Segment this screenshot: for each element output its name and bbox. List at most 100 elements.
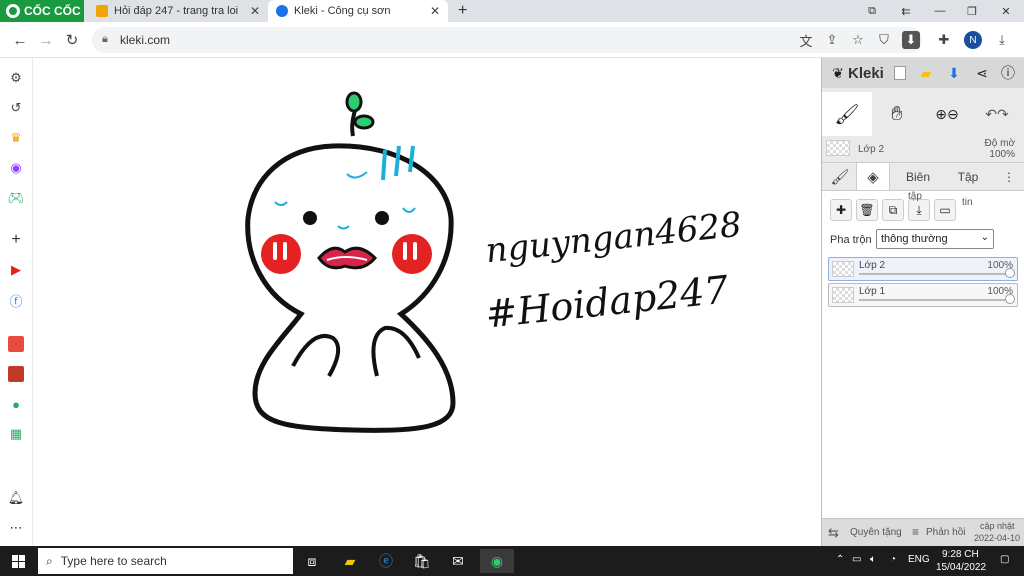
swap-icon[interactable]: ⇆ bbox=[828, 525, 839, 541]
donate-link[interactable]: Quyên tặng bbox=[850, 527, 902, 538]
network-icon[interactable]: ▭ bbox=[852, 554, 861, 565]
shopee-icon[interactable] bbox=[6, 334, 26, 354]
layer-thumb bbox=[826, 140, 850, 156]
mail-icon[interactable]: ✉︎ bbox=[444, 549, 472, 573]
restore-tabs-icon[interactable]: ⇇ bbox=[889, 0, 923, 22]
slider-knob[interactable] bbox=[1005, 268, 1015, 278]
close-icon[interactable]: ✕ bbox=[250, 4, 260, 18]
sidebar: ⚙ ↺ ♛ ◉ 🎮︎ + ▶ ⓕ ● ▦ 🔔︎ ⋯ bbox=[0, 58, 33, 546]
share-icon[interactable]: ⇪ bbox=[822, 30, 842, 50]
bookmark-star-icon[interactable]: ☆ bbox=[848, 30, 868, 50]
new-tab-button[interactable]: + bbox=[450, 0, 470, 22]
share-icon[interactable]: ⋖ bbox=[972, 63, 992, 83]
clock-date[interactable]: 15/04/2022 bbox=[936, 562, 986, 573]
blend-mode-select[interactable]: thông thường ⌄ bbox=[876, 229, 994, 249]
help-icon[interactable]: ⓘ bbox=[998, 63, 1018, 83]
messenger-icon[interactable]: ◉ bbox=[6, 158, 26, 178]
coccoc-taskbar-icon[interactable]: ◉ bbox=[480, 549, 514, 573]
blend-mode-value: thông thường bbox=[881, 233, 948, 245]
taskbar-search[interactable]: ⌕ Type here to search bbox=[38, 548, 293, 574]
translate-icon[interactable]: ⽂ bbox=[796, 30, 816, 50]
tool-row: 🖌︎ ✋︎ ⊕⊖ ↶↷ bbox=[822, 92, 1024, 138]
search-icon: ⌕ bbox=[46, 553, 53, 568]
layer-item-2[interactable]: Lớp 2 100% bbox=[828, 257, 1018, 281]
tab-file[interactable]: Tập bbox=[946, 163, 990, 191]
open-folder-icon[interactable]: ▰ bbox=[916, 63, 936, 83]
opacity-value: 100% bbox=[989, 149, 1015, 160]
delete-layer-button[interactable]: 🗑︎ bbox=[856, 199, 878, 221]
windows-start-icon[interactable] bbox=[4, 549, 32, 573]
slider-knob[interactable] bbox=[1005, 294, 1015, 304]
lock-icon[interactable]: 🔒︎ bbox=[102, 33, 108, 46]
coccoc-app-icon[interactable]: ● bbox=[6, 394, 26, 414]
layer-item-1[interactable]: Lớp 1 100% bbox=[828, 283, 1018, 307]
minimize-button[interactable]: — bbox=[923, 0, 957, 22]
game-app-icon[interactable] bbox=[6, 364, 26, 384]
layers-panel: ✚ 🗑︎ ⧉ ⤓ tập ▭ tin Pha trộn thông thường… bbox=[822, 190, 1024, 520]
more-icon[interactable]: ⋯ bbox=[6, 518, 26, 538]
gear-icon[interactable]: ⚙ bbox=[6, 68, 26, 88]
close-window-button[interactable]: ✕ bbox=[989, 0, 1023, 22]
tab-more[interactable]: ⋮ bbox=[998, 163, 1020, 191]
tab-title: Hỏi đáp 247 - trang tra loi bbox=[114, 5, 239, 17]
extensions-icon[interactable]: ✚ bbox=[934, 30, 954, 50]
close-icon[interactable]: ✕ bbox=[430, 4, 440, 18]
layer-thumb bbox=[832, 261, 854, 277]
drawing-canvas[interactable]: nguyngan4628 #Hoidap247 bbox=[33, 58, 821, 546]
file-explorer-icon[interactable]: ▰ bbox=[336, 549, 364, 573]
back-button[interactable]: ← bbox=[10, 30, 30, 50]
profile-avatar[interactable]: N bbox=[964, 31, 982, 49]
history-icon[interactable]: ↺ bbox=[6, 98, 26, 118]
edge-icon[interactable]: ⓔ bbox=[372, 549, 400, 573]
screenshot-icon[interactable]: ⧉ bbox=[855, 0, 889, 22]
layer-name: Lớp 1 bbox=[859, 286, 886, 297]
bell-icon[interactable]: 🔔︎ bbox=[6, 488, 26, 508]
facebook-icon[interactable]: ⓕ bbox=[6, 290, 26, 310]
wifi-icon[interactable]: ◔ bbox=[890, 554, 896, 565]
add-layer-button[interactable]: ✚ bbox=[830, 199, 852, 221]
store-icon[interactable]: 🛍︎ bbox=[408, 549, 436, 573]
language-indicator[interactable]: ENG bbox=[908, 554, 930, 565]
brand-label: CỐC CỐC bbox=[24, 4, 81, 18]
kleki-favicon-icon bbox=[276, 5, 288, 17]
layer-opacity-slider[interactable] bbox=[859, 273, 1009, 275]
feedback-link[interactable]: Phản hồi bbox=[926, 527, 965, 538]
downloads-icon[interactable]: ⤓ bbox=[992, 30, 1012, 50]
brush-tool-button[interactable]: 🖌︎ bbox=[822, 92, 872, 136]
notification-icon[interactable]: ▢ bbox=[1000, 554, 1009, 565]
zoom-button[interactable]: ⊕⊖ bbox=[922, 92, 972, 136]
crown-icon[interactable]: ♛ bbox=[6, 128, 26, 148]
tray-up-icon[interactable]: ⌃ bbox=[836, 554, 844, 565]
tab-edit[interactable]: Biên bbox=[896, 163, 940, 191]
hand-tool-button[interactable]: ✋︎ bbox=[872, 92, 922, 136]
tab-kleki[interactable]: Kleki - Công cụ sơn ✕ bbox=[268, 0, 448, 22]
tab-hoidap[interactable]: Hỏi đáp 247 - trang tra loi ✕ bbox=[88, 0, 268, 22]
search-placeholder: Type here to search bbox=[60, 554, 167, 568]
feedback-icon: ≡ bbox=[912, 525, 920, 539]
merge-layer-button[interactable]: ⤓ bbox=[908, 199, 930, 221]
duplicate-layer-button[interactable]: ⧉ bbox=[882, 199, 904, 221]
gamepad-icon[interactable]: 🎮︎ bbox=[6, 188, 26, 208]
tab-brush[interactable]: 🖌︎ bbox=[826, 163, 854, 191]
reload-button[interactable]: ↻ bbox=[62, 30, 82, 50]
add-icon[interactable]: + bbox=[6, 230, 26, 250]
tab-title: Kleki - Công cụ sơn bbox=[294, 5, 391, 17]
tab-layers[interactable]: ◈ bbox=[856, 163, 890, 191]
undo-redo-button[interactable]: ↶↷ bbox=[972, 92, 1022, 136]
sheet-icon[interactable]: ▦ bbox=[6, 424, 26, 444]
coccoc-brand[interactable]: CỐC CỐC bbox=[0, 0, 84, 22]
clock-time[interactable]: 9:28 CH bbox=[942, 549, 979, 560]
layer-opacity-slider[interactable] bbox=[859, 299, 1009, 301]
shield-icon[interactable]: ⛉ bbox=[874, 30, 894, 50]
rename-layer-button[interactable]: ▭ bbox=[934, 199, 956, 221]
volume-icon[interactable]: 🔈︎ bbox=[870, 554, 876, 565]
maximize-button[interactable]: ❐ bbox=[955, 0, 989, 22]
save-download-icon[interactable]: ⬇ bbox=[944, 63, 964, 83]
new-image-icon[interactable] bbox=[890, 63, 910, 83]
forward-button[interactable]: → bbox=[36, 30, 56, 50]
download-icon[interactable]: ⬇ bbox=[902, 31, 920, 49]
task-view-icon[interactable]: ⧈ bbox=[298, 549, 326, 573]
current-layer-name: Lớp 2 bbox=[858, 144, 885, 155]
opacity-label: Độ mờ bbox=[984, 138, 1015, 149]
youtube-icon[interactable]: ▶ bbox=[6, 260, 26, 280]
